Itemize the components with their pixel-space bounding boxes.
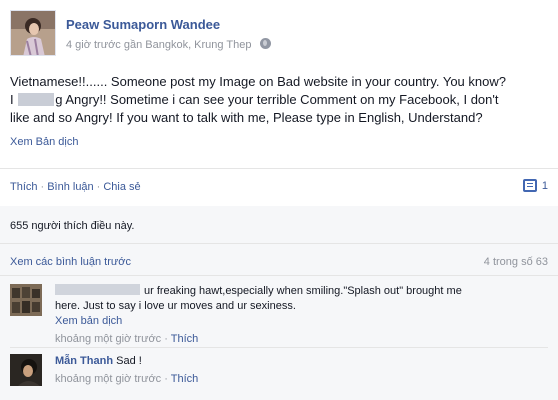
post-line-3: like and so Angry! If you want to talk w… [10,110,483,125]
comment-text-line-2: here. Just to say i love ur moves and ur… [55,300,296,312]
action-separator: · [96,181,101,193]
comment-body: Mẫn Thanh Sad ! khoảng một giờ trước · T… [55,354,545,387]
like-link[interactable]: Thích [10,181,38,193]
censored-word-blur [18,93,55,106]
author-name[interactable]: Peaw Sumaporn Wandee [66,17,220,32]
comment-text-line: Mẫn Thanh Sad ! [55,354,545,369]
divider [0,243,558,244]
meta-separator: · [164,373,168,385]
commenter-avatar[interactable] [10,354,42,386]
comment-meta: khoảng một giờ trước · Thích [55,372,545,387]
post-meta: 4 giờ trước gần Bangkok, Krung Thep [66,38,271,51]
commenter-avatar[interactable] [10,284,42,316]
divider [0,168,558,169]
commenter-name[interactable]: Mẫn Thanh [55,355,113,367]
comment-icon [522,179,537,192]
comment-like-link[interactable]: Thích [171,373,199,385]
comment-pager-count: 4 trong số 63 [483,256,548,268]
post-line-1: Vietnamese!!...... Someone post my Image… [10,74,506,89]
post-line-2-end: g Angry!! Sometime i can see your terrib… [55,92,499,107]
comment-text: ur freaking hawt,especially when smiling… [144,285,462,297]
comment-link[interactable]: Bình luận [47,181,93,193]
comment-timestamp[interactable]: khoảng một giờ trước [55,333,161,345]
comment-timestamp[interactable]: khoảng một giờ trước [55,373,161,385]
meta-separator: · [164,333,168,345]
action-separator: · [40,181,45,193]
censored-commenter-name[interactable] [55,284,140,295]
share-link[interactable]: Chia sẻ [103,181,140,193]
comment-body: ur freaking hawt,especially when smiling… [55,284,545,347]
comments-section: 655 người thích điều này. Xem các bình l… [0,206,558,400]
divider [0,275,558,276]
globe-icon[interactable] [259,38,271,49]
post-header: Peaw Sumaporn Wandee 4 giờ trước gần Ban… [10,10,550,60]
post-line-2-start: I [10,92,18,107]
post-body: Vietnamese!!...... Someone post my Image… [10,73,552,127]
comment-text: Sad ! [116,355,142,367]
see-translation-link[interactable]: Xem Bản dịch [10,136,78,148]
post-actions: Thích · Bình luận · Chia sẻ [10,181,141,193]
comment-text-line-1: ur freaking hawt,especially when smiling… [55,284,545,299]
author-avatar[interactable] [10,10,56,56]
comment-meta: khoảng một giờ trước · Thích [55,332,545,347]
comment-count-button[interactable]: 1 [522,179,548,192]
comment-like-link[interactable]: Thích [171,333,199,345]
post-line-2: I g Angry!! Sometime i can see your terr… [10,91,552,109]
view-previous-comments-link[interactable]: Xem các bình luận trước [10,256,131,268]
likes-summary[interactable]: 655 người thích điều này. [10,220,134,232]
post-timestamp-location[interactable]: 4 giờ trước gần Bangkok, Krung Thep [66,39,251,51]
divider [10,347,548,348]
see-translation-link[interactable]: Xem bản dịch [55,314,545,329]
comment-count-value: 1 [541,180,548,192]
